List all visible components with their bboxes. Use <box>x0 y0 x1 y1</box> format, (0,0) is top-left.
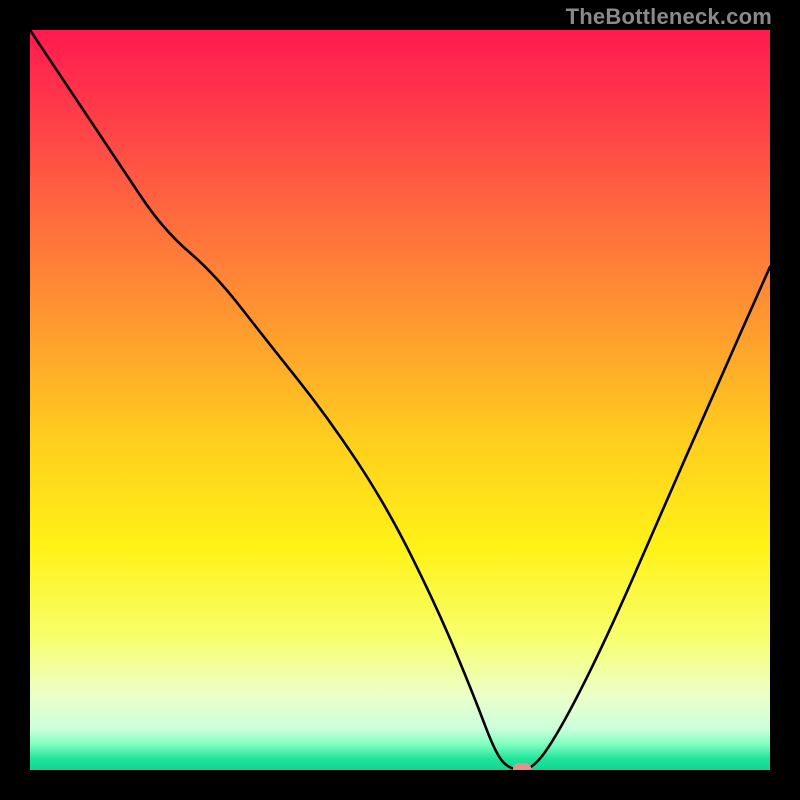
optimal-marker <box>513 763 532 770</box>
watermark-text: TheBottleneck.com <box>566 4 772 30</box>
chart-frame: TheBottleneck.com <box>0 0 800 800</box>
plot-area <box>30 30 770 770</box>
bottleneck-chart <box>30 30 770 770</box>
gradient-background <box>30 30 770 770</box>
